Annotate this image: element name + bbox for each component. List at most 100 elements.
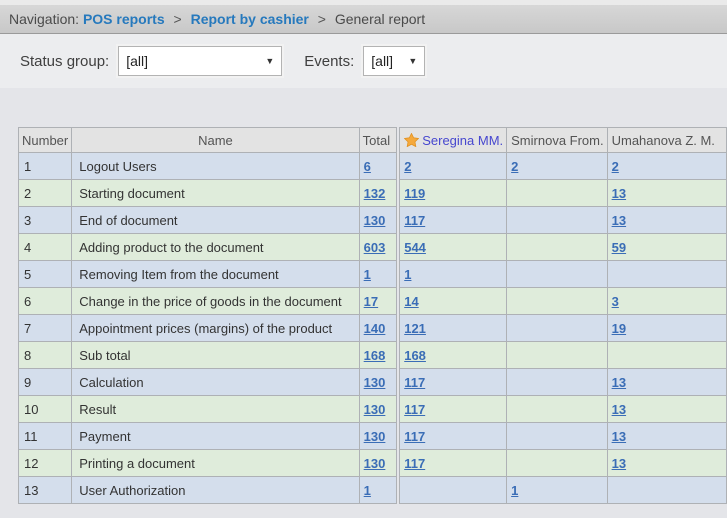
- table-row: 544 59: [400, 234, 727, 261]
- table-row: 9Calculation 130: [19, 369, 397, 396]
- count-link[interactable]: 1: [404, 267, 411, 282]
- row-number-cell: 10: [19, 396, 72, 423]
- count-link[interactable]: 2: [511, 159, 518, 174]
- count-link[interactable]: 130: [364, 375, 386, 390]
- column-header-number: Number: [19, 128, 72, 153]
- count-cell: 117: [400, 423, 507, 450]
- count-link[interactable]: 59: [612, 240, 626, 255]
- count-cell: 1: [359, 261, 397, 288]
- count-link[interactable]: 168: [364, 348, 386, 363]
- events-value: [all]: [371, 53, 393, 69]
- count-cell: 1: [359, 477, 397, 504]
- count-link[interactable]: 1: [364, 483, 371, 498]
- event-name-cell: Removing Item from the document: [72, 261, 359, 288]
- event-name-cell: Payment: [72, 423, 359, 450]
- count-link[interactable]: 121: [404, 321, 426, 336]
- count-link[interactable]: 544: [404, 240, 426, 255]
- table-row: 117 13: [400, 396, 727, 423]
- status-group-select[interactable]: [all] ▼: [118, 46, 282, 76]
- count-cell: 117: [400, 396, 507, 423]
- count-link[interactable]: 19: [612, 321, 626, 336]
- table-row: 5Removing Item from the document 1: [19, 261, 397, 288]
- cashier-name: Seregina MM.: [422, 133, 503, 148]
- header-row: NumberNameTotal: [19, 128, 397, 153]
- count-cell: [507, 207, 607, 234]
- count-link[interactable]: 2: [612, 159, 619, 174]
- count-link[interactable]: 117: [404, 375, 425, 390]
- filters-bar: Status group: [all] ▼ Events: [all] ▼: [0, 34, 727, 88]
- count-link[interactable]: 117: [404, 456, 425, 471]
- count-cell: 6: [359, 153, 397, 180]
- event-name-cell: Appointment prices (margins) of the prod…: [72, 315, 359, 342]
- count-link[interactable]: 1: [364, 267, 371, 282]
- count-cell: 130: [359, 396, 397, 423]
- count-cell: 3: [607, 288, 726, 315]
- breadcrumb-link-pos-reports[interactable]: POS reports: [83, 11, 165, 27]
- count-link[interactable]: 117: [404, 213, 425, 228]
- count-link[interactable]: 119: [404, 186, 425, 201]
- count-cell: 130: [359, 207, 397, 234]
- event-name-cell: End of document: [72, 207, 359, 234]
- count-link[interactable]: 13: [612, 429, 626, 444]
- table-row: 11Payment 130: [19, 423, 397, 450]
- count-link[interactable]: 3: [612, 294, 619, 309]
- count-cell: [507, 315, 607, 342]
- table-row: 13User Authorization1: [19, 477, 397, 504]
- count-cell: [507, 396, 607, 423]
- report-tables: NumberNameTotal 1Logout Users62Starting …: [18, 127, 727, 504]
- count-link[interactable]: 13: [612, 375, 626, 390]
- count-link[interactable]: 2: [404, 159, 411, 174]
- count-link[interactable]: 130: [364, 429, 386, 444]
- status-group-value: [all]: [126, 53, 148, 69]
- row-number-cell: 6: [19, 288, 72, 315]
- count-link[interactable]: 13: [612, 456, 626, 471]
- count-cell: [507, 423, 607, 450]
- event-name-cell: Calculation: [72, 369, 359, 396]
- count-link[interactable]: 130: [364, 213, 386, 228]
- chevron-down-icon: ▼: [265, 56, 274, 66]
- status-group-label: Status group:: [20, 53, 109, 70]
- breadcrumb-separator: >: [174, 11, 182, 27]
- count-link[interactable]: 132: [364, 186, 386, 201]
- row-number-cell: 2: [19, 180, 72, 207]
- breadcrumb: Navigation: POS reports > Report by cash…: [0, 5, 727, 34]
- count-link[interactable]: 117: [404, 402, 425, 417]
- count-cell: 13: [607, 207, 726, 234]
- count-link[interactable]: 603: [364, 240, 386, 255]
- count-link[interactable]: 117: [404, 429, 425, 444]
- count-link[interactable]: 13: [612, 402, 626, 417]
- count-link[interactable]: 13: [612, 186, 626, 201]
- count-cell: 13: [607, 369, 726, 396]
- row-number-cell: 12: [19, 450, 72, 477]
- count-cell: 2: [507, 153, 607, 180]
- count-link[interactable]: 168: [404, 348, 426, 363]
- row-number-cell: 8: [19, 342, 72, 369]
- event-name-cell: Change in the price of goods in the docu…: [72, 288, 359, 315]
- row-number-cell: 5: [19, 261, 72, 288]
- count-link[interactable]: 1: [511, 483, 518, 498]
- count-cell: 13: [607, 450, 726, 477]
- count-link[interactable]: 17: [364, 294, 378, 309]
- count-link[interactable]: 13: [612, 213, 626, 228]
- event-name-cell: Printing a document: [72, 450, 359, 477]
- events-select[interactable]: [all] ▼: [363, 46, 425, 76]
- column-header-total: Total: [359, 128, 397, 153]
- breadcrumb-link-report-by-cashier[interactable]: Report by cashier: [191, 11, 309, 27]
- count-cell: [400, 477, 507, 504]
- column-header-cashier[interactable]: Seregina MM.: [400, 128, 507, 153]
- count-link[interactable]: 140: [364, 321, 386, 336]
- row-number-cell: 11: [19, 423, 72, 450]
- count-cell: 603: [359, 234, 397, 261]
- table-row: 2 2 2: [400, 153, 727, 180]
- row-number-cell: 9: [19, 369, 72, 396]
- count-link[interactable]: 130: [364, 402, 386, 417]
- events-label: Events:: [304, 53, 354, 70]
- row-number-cell: 7: [19, 315, 72, 342]
- count-link[interactable]: 130: [364, 456, 386, 471]
- table-row: 117 13: [400, 423, 727, 450]
- table-row: 10Result130: [19, 396, 397, 423]
- count-cell: 2: [400, 153, 507, 180]
- count-link[interactable]: 6: [364, 159, 371, 174]
- count-cell: [507, 261, 607, 288]
- count-link[interactable]: 14: [404, 294, 418, 309]
